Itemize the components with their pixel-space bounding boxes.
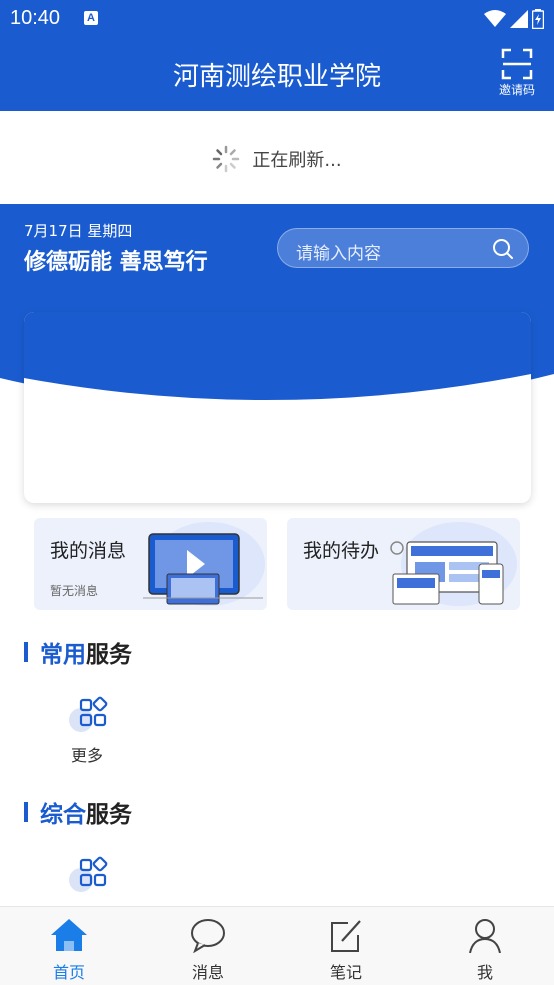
bottom-tab-bar: 首页 消息 笔记 我 bbox=[0, 906, 554, 985]
page-title: 河南测绘职业学院 bbox=[172, 62, 381, 92]
my-messages-subtitle: 暂无消息 bbox=[50, 584, 99, 598]
tab-messages-label: 消息 bbox=[191, 963, 224, 982]
banner-carousel[interactable] bbox=[24, 312, 531, 503]
note-icon bbox=[331, 920, 361, 952]
scan-icon bbox=[501, 48, 533, 80]
section-title-rest: 服务 bbox=[86, 802, 132, 828]
chat-icon bbox=[191, 919, 225, 954]
school-motto: 修德砺能 善思笃行 bbox=[24, 250, 208, 275]
status-icons bbox=[484, 8, 544, 30]
search-icon[interactable] bbox=[492, 238, 514, 260]
pull-refresh-area: 正在刷新... bbox=[0, 111, 554, 204]
app-notification-icon: A bbox=[84, 11, 98, 25]
service-general-more-button[interactable] bbox=[57, 854, 117, 898]
tab-me[interactable]: 我 bbox=[445, 917, 525, 983]
tab-messages[interactable]: 消息 bbox=[168, 917, 248, 983]
tab-home-label: 首页 bbox=[52, 963, 85, 982]
my-todo-title: 我的待办 bbox=[303, 540, 380, 562]
signal-icon bbox=[510, 10, 528, 28]
tab-notes-label: 笔记 bbox=[329, 963, 362, 982]
current-date: 7月17日 星期四 bbox=[24, 222, 133, 240]
devices-illustration-icon bbox=[390, 522, 517, 606]
section-accent-bar bbox=[24, 802, 28, 822]
section-title-accent: 综合 bbox=[40, 802, 86, 828]
section-title-rest: 服务 bbox=[86, 642, 132, 668]
tab-me-label: 我 bbox=[476, 963, 493, 982]
section-title-accent: 常用 bbox=[40, 642, 86, 668]
grid-more-icon bbox=[69, 696, 108, 732]
invite-code-label: 邀请码 bbox=[498, 83, 535, 97]
service-more-label: 更多 bbox=[70, 746, 103, 765]
refresh-status-text: 正在刷新... bbox=[252, 150, 342, 171]
tab-home[interactable]: 首页 bbox=[29, 917, 109, 983]
battery-icon bbox=[532, 9, 544, 29]
home-icon bbox=[51, 919, 87, 951]
app-header: 河南测绘职业学院 邀请码 bbox=[0, 38, 554, 111]
my-todo-card[interactable]: 我的待办 bbox=[287, 518, 520, 610]
banner-wave-background bbox=[24, 312, 531, 401]
video-illustration-icon bbox=[143, 522, 265, 606]
search-input[interactable]: 请输入内容 bbox=[277, 228, 529, 268]
user-icon bbox=[469, 919, 501, 954]
search-placeholder: 请输入内容 bbox=[296, 244, 381, 264]
wifi-icon bbox=[484, 10, 506, 27]
my-messages-title: 我的消息 bbox=[50, 540, 127, 562]
my-messages-card[interactable]: 我的消息 暂无消息 bbox=[34, 518, 267, 610]
section-common-services: 常用 服务 bbox=[24, 638, 132, 668]
invite-code-button[interactable]: 邀请码 bbox=[494, 46, 540, 100]
tab-notes[interactable]: 笔记 bbox=[306, 917, 386, 983]
grid-more-icon bbox=[69, 856, 108, 892]
status-bar: 10:40 A bbox=[0, 0, 554, 38]
status-time: 10:40 bbox=[10, 7, 61, 29]
section-accent-bar bbox=[24, 642, 28, 662]
section-general-services: 综合 服务 bbox=[24, 798, 132, 828]
service-more-button[interactable]: 更多 bbox=[57, 694, 117, 766]
loading-spinner-icon bbox=[213, 145, 240, 173]
